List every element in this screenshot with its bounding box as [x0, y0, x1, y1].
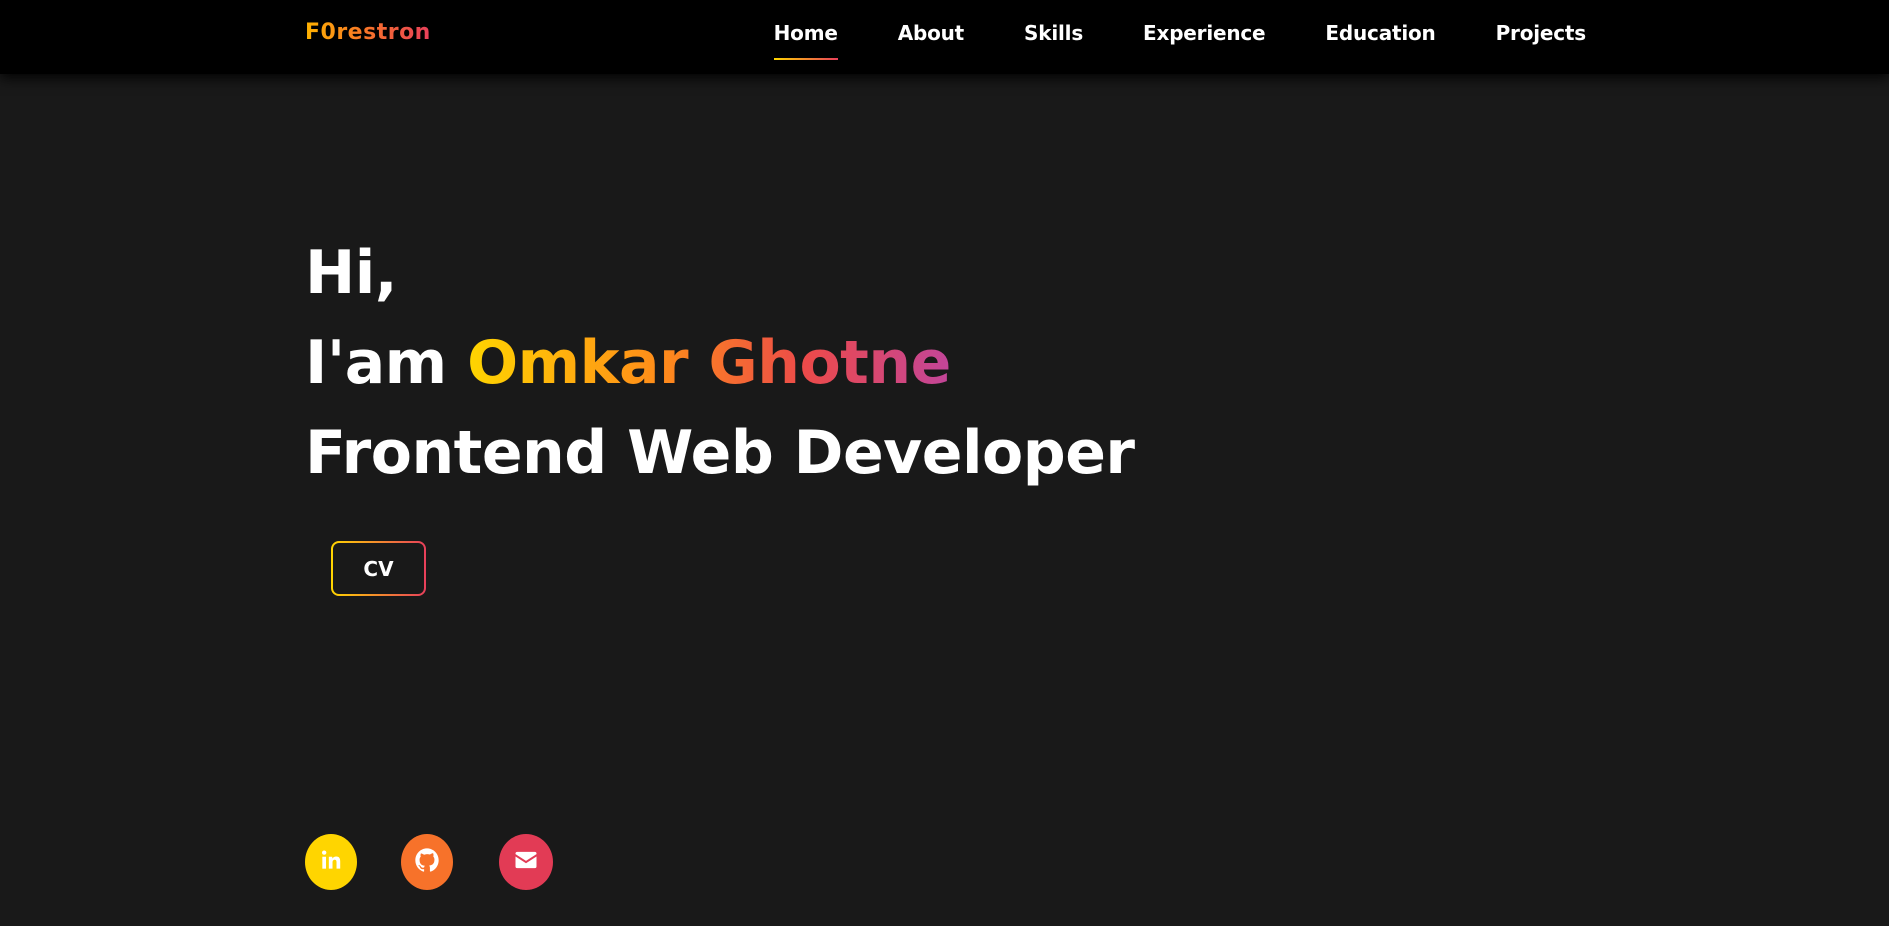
site-logo[interactable]: F0restron [305, 20, 431, 45]
nav-link-projects[interactable]: Projects [1496, 21, 1587, 45]
nav-item-experience[interactable]: Experience [1143, 21, 1266, 45]
hero-intro-prefix: I'am [305, 328, 447, 398]
hero-intro: I'am Omkar Ghotne [305, 318, 1135, 408]
nav-link-skills[interactable]: Skills [1024, 21, 1083, 45]
nav-link-experience[interactable]: Experience [1143, 21, 1266, 45]
linkedin-link[interactable] [305, 834, 357, 890]
hero-section: Hi, I'am Omkar Ghotne Frontend Web Devel… [305, 228, 1135, 498]
nav-link-home[interactable]: Home [774, 21, 838, 45]
nav-item-projects[interactable]: Projects [1496, 21, 1587, 45]
nav-item-skills[interactable]: Skills [1024, 21, 1083, 45]
hero-name: Omkar Ghotne [467, 328, 951, 398]
github-icon [413, 846, 441, 878]
cv-button-label: CV [333, 543, 424, 594]
nav-item-about[interactable]: About [898, 21, 965, 45]
linkedin-icon [318, 847, 344, 877]
email-link[interactable] [499, 834, 553, 890]
nav-link-about[interactable]: About [898, 21, 965, 45]
hero-role: Frontend Web Developer [305, 418, 1135, 488]
hero-greeting: Hi, [305, 238, 398, 308]
mail-icon [512, 846, 540, 878]
nav-links: Home About Skills Experience Education P… [773, 21, 1587, 60]
github-link[interactable] [401, 834, 453, 890]
nav-link-education[interactable]: Education [1325, 21, 1435, 45]
nav-item-education[interactable]: Education [1325, 21, 1435, 45]
cv-button[interactable]: CV [331, 541, 426, 596]
navbar: F0restron Home About Skills Experience E… [0, 0, 1889, 74]
nav-item-home[interactable]: Home [773, 21, 838, 60]
